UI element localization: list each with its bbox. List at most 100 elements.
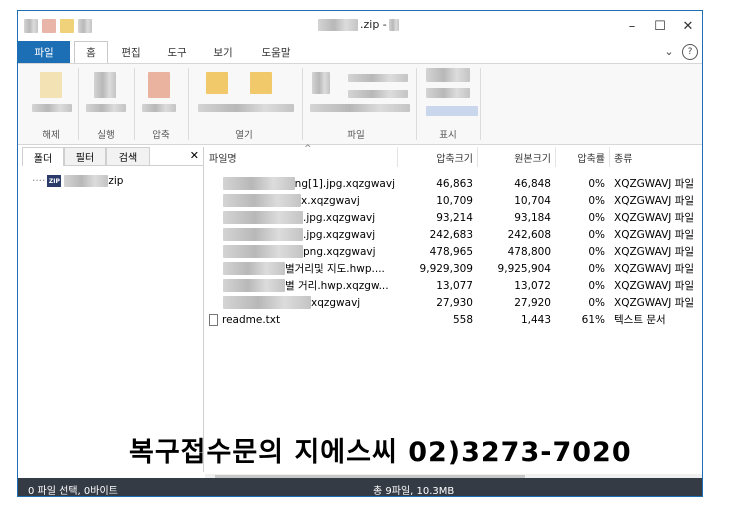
cell-original-size: 13,072 [514, 279, 551, 292]
text-file-icon [209, 313, 218, 326]
cell-file-name: 별거리및 지도.hwp.... [209, 260, 395, 277]
window-title: .zip - [318, 18, 399, 31]
group-label-file: 파일 [347, 130, 365, 141]
column-header-name[interactable]: 파일명 ^ [209, 144, 397, 167]
redacted-file-name [223, 279, 285, 292]
table-row[interactable]: png.xqzgwavj 478,965 478,800 0% XQZGWAVJ 파일 [205, 243, 702, 260]
column-header-type[interactable]: 종류 [614, 147, 700, 167]
cell-packed-size: 558 [452, 313, 473, 326]
cell-type: XQZGWAVJ 파일 [614, 280, 695, 292]
view-option[interactable] [426, 88, 470, 98]
column-header-packed-size[interactable]: 압축크기 [401, 147, 473, 167]
group-label-run: 실행 [97, 130, 115, 141]
open-icon[interactable] [206, 72, 228, 94]
table-row[interactable]: readme.txt 558 1,443 61% 텍스트 문서 [205, 311, 702, 328]
tab-tools[interactable]: 도구 [158, 41, 196, 63]
cell-type: XQZGWAVJ 파일 [614, 297, 695, 309]
quick-access-icon[interactable] [60, 19, 74, 33]
table-row[interactable]: .jpg.xqzgwavj 93,214 93,184 0% XQZGWAVJ 파일 [205, 209, 702, 226]
ribbon-help-controls: ⌄ ? [662, 44, 698, 60]
cell-type: XQZGWAVJ 파일 [614, 246, 695, 258]
tree-item-archive[interactable]: ···· ZIP zip [32, 175, 123, 187]
help-icon[interactable]: ? [682, 44, 698, 60]
file-action-label [348, 90, 408, 98]
tab-filter[interactable]: 필터 [64, 147, 106, 165]
tab-edit[interactable]: 편집 [112, 41, 150, 63]
table-row[interactable]: .jpg.xqzgwavj 242,683 242,608 0% XQZGWAVJ 파일 [205, 226, 702, 243]
tab-home[interactable]: 홈 [74, 41, 108, 63]
cell-ratio: 61% [581, 313, 605, 326]
cell-type: XQZGWAVJ 파일 [614, 212, 695, 224]
cell-ratio: 0% [588, 228, 605, 241]
group-label-view: 표시 [439, 130, 457, 141]
zip-archive-icon: ZIP [47, 175, 62, 187]
ribbon-collapse-icon[interactable]: ⌄ [662, 44, 676, 58]
quick-access-icon[interactable] [42, 19, 56, 33]
group-label-extract: 해제 [42, 130, 60, 141]
column-header-original-size[interactable]: 원본크기 [481, 147, 551, 167]
maximize-button[interactable]: ☐ [646, 11, 674, 41]
table-row[interactable]: xqzgwavj 27,930 27,920 0% XQZGWAVJ 파일 [205, 294, 702, 311]
cell-ratio: 0% [588, 296, 605, 309]
extract-icon[interactable] [40, 72, 62, 98]
redacted-filename [318, 18, 358, 31]
cell-ratio: 0% [588, 245, 605, 258]
pane-close-icon[interactable]: ✕ [190, 149, 199, 162]
folder-pane: 폴더 필터 검색 ✕ ···· ZIP zip [22, 147, 204, 472]
run-icon[interactable] [94, 72, 116, 98]
quick-access-toolbar [24, 19, 92, 33]
minimize-button[interactable]: – [618, 11, 646, 41]
tab-view[interactable]: 보기 [204, 41, 242, 63]
cell-original-size: 478,800 [507, 245, 551, 258]
cell-original-size: 27,920 [514, 296, 551, 309]
cell-original-size: 1,443 [520, 313, 551, 326]
cell-packed-size: 46,863 [436, 177, 473, 190]
view-icon[interactable] [426, 68, 470, 82]
group-label-compress: 압축 [152, 130, 170, 141]
cell-type: XQZGWAVJ 파일 [614, 195, 695, 207]
cell-original-size: 46,848 [514, 177, 551, 190]
cell-original-size: 242,608 [507, 228, 551, 241]
close-button[interactable]: ✕ [674, 11, 702, 41]
redacted-file-name [223, 177, 295, 190]
app-icon [24, 19, 38, 33]
cell-packed-size: 13,077 [436, 279, 473, 292]
view-option-selected[interactable] [426, 106, 478, 116]
cell-file-name: ng[1].jpg.xqzgwavj [209, 175, 395, 192]
title-bar: .zip - – ☐ ✕ [18, 11, 702, 41]
cell-packed-size: 9,929,309 [419, 262, 473, 275]
tab-file[interactable]: 파일 [18, 41, 70, 63]
quick-access-icon[interactable] [78, 19, 92, 33]
redacted-file-name [223, 296, 311, 309]
overlay-contact-text: 복구접수문의 지에스씨 02)3273-7020 [129, 437, 632, 468]
cell-file-name: .jpg.xqzgwavj [209, 209, 395, 226]
table-row[interactable]: 별거리및 지도.hwp.... 9,929,309 9,925,904 0% XQZGW… [205, 260, 702, 277]
window-controls: – ☐ ✕ [618, 11, 702, 41]
group-label-open: 열기 [235, 130, 253, 141]
cell-packed-size: 10,709 [436, 194, 473, 207]
cell-type: XQZGWAVJ 파일 [614, 178, 695, 190]
cell-original-size: 10,704 [514, 194, 551, 207]
pane-tabs: 폴더 필터 검색 ✕ [22, 147, 203, 166]
table-row[interactable]: 별 거리.hwp.xqzgw... 13,077 13,072 0% XQZGWAVJ … [205, 277, 702, 294]
cell-packed-size: 242,683 [429, 228, 473, 241]
extract-button-label [32, 104, 72, 112]
sort-ascending-icon: ^ [304, 144, 312, 154]
table-row[interactable]: x.xqzgwavj 10,709 10,704 0% XQZGWAVJ 파일 [205, 192, 702, 209]
cell-ratio: 0% [588, 177, 605, 190]
table-row[interactable]: ng[1].jpg.xqzgwavj 46,863 46,848 0% XQZGWAVJ… [205, 175, 702, 192]
cell-file-name: png.xqzgwavj [209, 243, 395, 260]
cell-original-size: 9,925,904 [497, 262, 551, 275]
file-icon[interactable] [312, 72, 330, 94]
file-action-label [310, 104, 410, 112]
tab-folder[interactable]: 폴더 [22, 147, 64, 166]
cell-packed-size: 478,965 [429, 245, 473, 258]
compress-icon[interactable] [148, 72, 170, 98]
tab-search[interactable]: 검색 [106, 147, 150, 165]
tab-help[interactable]: 도움말 [252, 41, 300, 63]
open-folder-icon[interactable] [250, 72, 272, 94]
ribbon: 해제 실행 압축 열기 파일 표시 [18, 63, 702, 145]
ribbon-tab-bar: 파일 홈 편집 도구 보기 도움말 ⌄ ? [18, 41, 702, 63]
run-button-label [86, 104, 126, 112]
column-header-ratio[interactable]: 압축률 [559, 147, 605, 167]
